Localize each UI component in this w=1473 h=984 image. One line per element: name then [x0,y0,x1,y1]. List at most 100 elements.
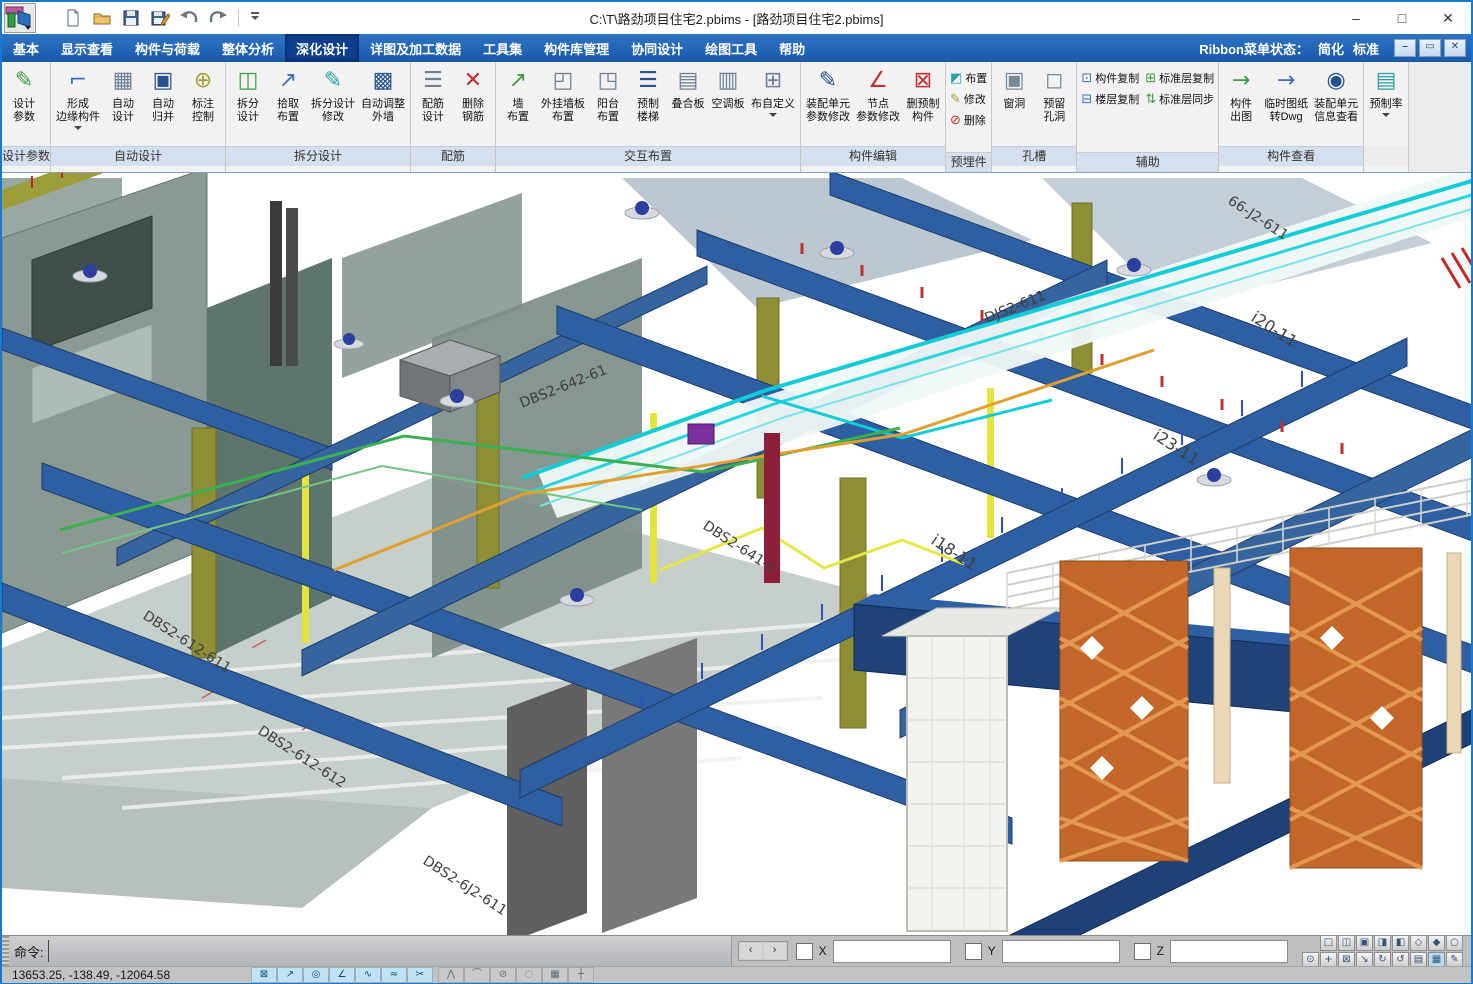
composite-slab-button[interactable]: ▤ 叠合板 [668,63,708,145]
snap-toggle-nearest[interactable]: ≈ [381,967,407,983]
draw-toggle-grid[interactable]: ▦ [542,967,568,983]
draw-toggle-disable[interactable]: ⊘ [490,967,516,983]
axis-y-input[interactable] [1002,940,1120,963]
embed-modify-button[interactable]: ✎修改 [950,91,987,107]
auto-design-button[interactable]: ▦ 自动 设计 [103,63,143,145]
assembly-info-icon: ◉ [1327,66,1346,96]
embed-place-button[interactable]: ◩布置 [950,70,987,86]
minimize-button[interactable]: – [1333,3,1379,33]
draw-toggle-ref[interactable]: ◌ [516,967,542,983]
ac-panel-button[interactable]: ▥ 空调板 [708,63,748,145]
maximize-button[interactable]: □ [1379,3,1425,33]
tab-detail-fab-data[interactable]: 详图及加工数据 [359,34,472,62]
tab-draw-tools[interactable]: 绘图工具 [694,34,768,62]
copy-std-floor-button[interactable]: ⊞标准层复制 [1145,70,1214,86]
axis-z-input[interactable] [1170,940,1288,963]
ribbon-state-standard[interactable]: 标准 [1353,39,1379,58]
tab-global-analysis[interactable]: 整体分析 [211,34,285,62]
auto-merge-button[interactable]: ▣ 自动 归并 [143,63,183,145]
open-file-icon[interactable] [91,7,113,29]
command-panel-drag-handle[interactable] [2,936,9,966]
history-next-button[interactable]: › [764,943,786,959]
rebar-design-button[interactable]: ☰ 配筋 设计 [413,63,453,145]
wall-place-button[interactable]: ↗ 墙 布置 [498,63,538,145]
view-tool-shaded[interactable]: ▣ [1356,935,1373,951]
history-prev-button[interactable]: ‹ [740,943,762,959]
view-tool-wireframe[interactable]: □ [1320,935,1337,951]
tab-toolset[interactable]: 工具集 [472,34,533,62]
snap-toggle-curve[interactable]: ∿ [355,967,381,983]
balcony-button[interactable]: ◳ 阳台 布置 [588,63,628,145]
node-param-modify-button[interactable]: ∠ 节点 参数修改 [853,63,903,145]
draw-toggle-ortho[interactable]: ⋀ [438,967,464,983]
design-params-button[interactable]: ✎ 设计 参数 [4,63,44,145]
command-input[interactable] [48,940,731,962]
adjust-outer-wall-button[interactable]: ▩ 自动调整 外墙 [358,63,408,145]
reserved-hole-button[interactable]: ◻ 预留 孔洞 [1034,63,1074,145]
assembly-unit-modify-button[interactable]: ✎ 装配单元 参数修改 [803,63,853,145]
temp-dwg-button[interactable]: → 临时图纸 转Dwg [1261,63,1311,145]
copy-member-button[interactable]: ⊡构件复制 [1081,70,1139,86]
save-icon[interactable] [120,7,142,29]
mdi-minimize-button[interactable]: – [1394,39,1416,57]
tab-help[interactable]: 帮助 [768,34,816,62]
snap-toggle-endpoint[interactable]: ↗ [277,967,303,983]
close-button[interactable]: ✕ [1425,3,1471,33]
qat-customize-icon[interactable] [248,10,262,26]
assembly-info-button[interactable]: ◉ 装配单元 信息查看 [1311,63,1361,145]
axis-y-checkbox[interactable] [965,943,982,960]
snap-toggle-angle[interactable]: ∠ [329,967,355,983]
draw-toggle-arc[interactable]: ⌒ [464,967,490,983]
mdi-close-button[interactable]: ✕ [1444,39,1466,57]
window-opening-button[interactable]: ▣ 窗洞 [994,63,1034,145]
view-tool-realistic[interactable]: ◧ [1392,935,1409,951]
axis-x-input[interactable] [833,940,951,963]
copy-floor-button[interactable]: ⊟楼层复制 [1081,91,1139,107]
tab-detailed-design[interactable]: 深化设计 [285,34,359,62]
split-modify-button[interactable]: ✎ 拆分设计 修改 [308,63,358,145]
embed-delete-button[interactable]: ⊘删除 [950,112,987,128]
custom-place-button[interactable]: ⊞ 布自定义 [748,63,798,145]
axis-z-checkbox[interactable] [1134,943,1151,960]
snap-toggles: ⊠ ↗ ◎ ∠ ∿ ≈ ✂ ⋀ ⌒ ⊘ ◌ ▦ ┼ [251,967,594,983]
tab-members-loads[interactable]: 构件与荷载 [124,34,211,62]
annotation-control-button[interactable]: ⊕ 标注 控制 [183,63,223,145]
tab-display-view[interactable]: 显示查看 [50,34,124,62]
app-logo-icon[interactable] [4,3,36,33]
view-tool-hidden-line[interactable]: ◫ [1338,935,1355,951]
new-file-icon[interactable] [62,7,84,29]
ribbon-group-member-view: → 构件 出图 → 临时图纸 转Dwg ◉ 装配单元 信息查看 构件查看 [1219,62,1364,172]
ribbon-group-rebar: ☰ 配筋 设计 ✕ 删除 钢筋 配筋 [411,62,496,172]
view-tool-iso-sw[interactable]: ◇ [1410,935,1427,951]
sync-std-floor-button[interactable]: ⇅标准层同步 [1145,91,1214,107]
view-tool-perspective[interactable]: ○ [1446,935,1463,951]
undo-icon[interactable] [178,7,200,29]
save-as-icon[interactable] [149,7,171,29]
axis-x-checkbox[interactable] [796,943,813,960]
ribbon-state-simple[interactable]: 简化 [1318,39,1344,58]
tab-collab-design[interactable]: 协同设计 [620,34,694,62]
window-controls: – □ ✕ [1333,3,1471,33]
snap-toggle-trim[interactable]: ✂ [407,967,433,983]
snap-toggle-center[interactable]: ◎ [303,967,329,983]
view-tool-iso-se[interactable]: ◆ [1428,935,1445,951]
delete-precast-button[interactable]: ⊠ 删预制 构件 [903,63,943,145]
cladding-panel-button[interactable]: ◰ 外挂墙板 布置 [538,63,588,145]
split-design-button[interactable]: ◫ 拆分 设计 [228,63,268,145]
precast-stair-button[interactable]: ☰ 预制 楼梯 [628,63,668,145]
tab-library-manage[interactable]: 构件库管理 [533,34,620,62]
delete-rebar-button[interactable]: ✕ 删除 钢筋 [453,63,493,145]
viewport-3d[interactable]: DBS2-612-611 DBS2-612-612 DBS2-6J2-611 D… [2,173,1471,935]
precast-rate-button[interactable]: ▤ 预制率 [1366,63,1406,145]
rebar-design-icon: ☰ [423,66,443,96]
precast-rate-icon: ▤ [1376,66,1397,96]
view-tool-shaded-edges[interactable]: ◨ [1374,935,1391,951]
pick-place-button[interactable]: ↗ 拾取 布置 [268,63,308,145]
member-drawing-button[interactable]: → 构件 出图 [1221,63,1261,145]
redo-icon[interactable] [207,7,229,29]
snap-toggle-node[interactable]: ⊠ [251,967,277,983]
tab-basic[interactable]: 基本 [2,34,50,62]
mdi-restore-button[interactable]: ▭ [1419,39,1441,57]
draw-toggle-crosshair[interactable]: ┼ [568,967,594,983]
edge-member-button[interactable]: ⌐ 形成 边缘构件 [53,63,103,145]
